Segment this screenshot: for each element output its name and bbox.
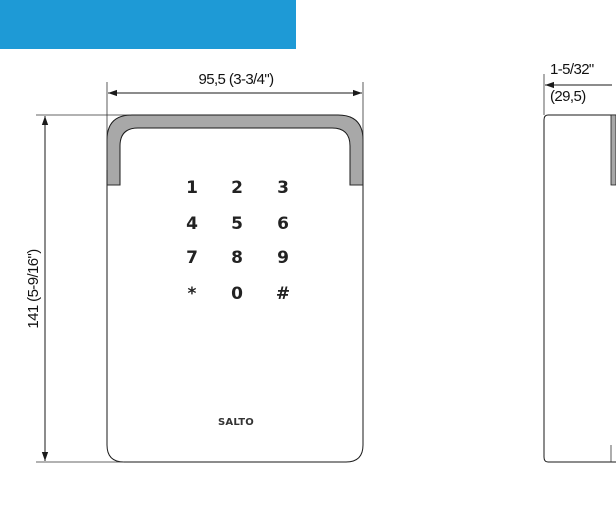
side-depth-imperial-label: 1-5/32" [550,61,594,78]
key-1: 1 [186,178,198,198]
salto-logo: SALTO [218,417,254,428]
front-width-label: 95,5 (3-3/4") [198,71,274,88]
key-8: 8 [231,248,243,268]
key-5: 5 [231,214,243,234]
key-3: 3 [277,178,289,198]
side-depth-metric-label: (29,5) [550,88,586,105]
key-2: 2 [231,178,243,198]
key-7: 7 [186,248,198,268]
device-top-frame [106,114,364,186]
keypad: 1 2 3 4 5 6 7 8 9 * 0 # [186,178,290,304]
side-top-frame [610,114,616,186]
diagram-canvas: 1 2 3 4 5 6 7 8 9 * 0 # SALTO 95,5 (3-3/… [0,0,616,505]
key-0: 0 [231,284,243,304]
key-hash: # [276,284,290,304]
front-height-label: 141 (5-9/16") [25,249,42,329]
key-4: 4 [186,214,198,234]
side-body-outline [543,114,616,463]
key-9: 9 [277,248,289,268]
side-view: 1-5/32" (29,5) [543,61,616,463]
key-6: 6 [277,214,289,234]
front-view: 1 2 3 4 5 6 7 8 9 * 0 # SALTO 95,5 (3-3/… [25,71,364,463]
technical-drawing: 1 2 3 4 5 6 7 8 9 * 0 # SALTO 95,5 (3-3/… [25,61,616,463]
key-star: * [188,284,197,304]
